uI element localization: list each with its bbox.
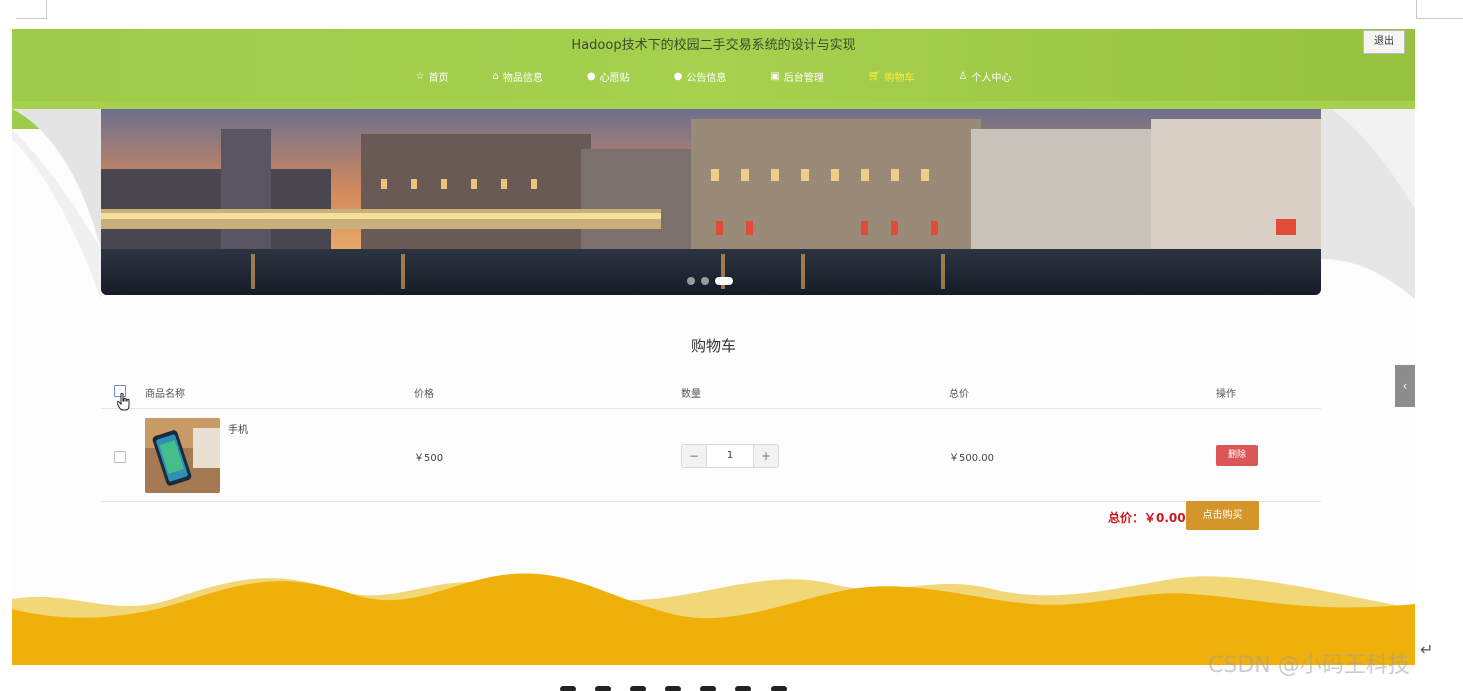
- row-checkbox[interactable]: [114, 451, 126, 463]
- page-title: 购物车: [690, 337, 736, 355]
- table-row: 手机 ￥500 − 1 + ￥500.00 删除: [101, 409, 1321, 502]
- caption-glyph: [735, 686, 752, 691]
- nav-label: 个人中心: [971, 73, 1012, 84]
- city-river-photo: [101, 109, 1321, 295]
- carousel-dot[interactable]: [701, 277, 709, 285]
- product-name[interactable]: 手机: [228, 421, 248, 436]
- paragraph-mark-icon: ↵: [1420, 640, 1434, 659]
- caption-glyph: [630, 686, 647, 691]
- summary-label: 总价：: [1108, 511, 1145, 525]
- nav-label: 后台管理: [783, 73, 824, 84]
- user-icon: ♙: [958, 70, 968, 82]
- footer-wave-decoration: [12, 573, 1415, 665]
- chevron-left-icon: ‹: [1402, 379, 1408, 393]
- document-caption-fragment: [560, 676, 900, 691]
- nav-label: 物品信息: [502, 73, 543, 84]
- logout-button[interactable]: 退出: [1363, 30, 1405, 54]
- banner-left-swoosh: [12, 109, 101, 299]
- banner-right-swoosh: [1321, 109, 1415, 299]
- info-icon: ●: [673, 70, 683, 82]
- caption-glyph: [595, 686, 612, 691]
- column-header: 操作: [1216, 389, 1236, 400]
- nav-item-notices[interactable]: ● 公告信息: [652, 69, 749, 84]
- delete-button[interactable]: 删除: [1216, 445, 1258, 466]
- cart-icon: 🛒︎: [867, 70, 881, 82]
- quantity-input[interactable]: 1: [707, 445, 753, 467]
- side-collapse-tab[interactable]: ‹: [1395, 365, 1415, 407]
- nav-label: 公告信息: [686, 73, 727, 84]
- banner-carousel[interactable]: [101, 109, 1321, 295]
- nav-label: 首页: [428, 73, 449, 84]
- quantity-stepper: − 1 +: [681, 444, 779, 468]
- product-price: ￥500: [414, 453, 444, 464]
- nav-item-cart[interactable]: 🛒︎ 购物车: [846, 69, 937, 84]
- column-header: 数量: [681, 389, 701, 400]
- cart-summary: 总价：￥0.00: [1108, 509, 1186, 526]
- star-icon: ☆: [415, 70, 425, 82]
- caption-glyph: [560, 686, 576, 691]
- nav-label: 购物车: [884, 73, 915, 84]
- nav-label: 心愿贴: [599, 73, 630, 84]
- nav-item-goods[interactable]: ⌂ 物品信息: [471, 69, 565, 84]
- document-corner-mark: [16, 0, 47, 19]
- carousel-dot-active[interactable]: [715, 277, 733, 285]
- decrease-quantity-button[interactable]: −: [682, 445, 707, 467]
- buy-button[interactable]: 点击购买: [1186, 501, 1259, 530]
- column-header: 总价: [949, 389, 969, 400]
- document-corner-mark: [1416, 0, 1463, 19]
- caption-glyph: [700, 686, 717, 691]
- carousel-dot[interactable]: [687, 277, 695, 285]
- admin-icon: ▣: [770, 70, 780, 82]
- nav-item-wishes[interactable]: ● 心愿贴: [565, 69, 652, 84]
- row-total: ￥500.00: [949, 453, 994, 464]
- watermark-text: CSDN @小码王科技: [1208, 653, 1410, 678]
- column-header: 商品名称: [145, 389, 185, 400]
- cart-table: 商品名称 价格 数量 总价 操作 手机 ￥500 − 1 + ￥500.00 删…: [101, 374, 1321, 502]
- product-thumbnail[interactable]: [145, 418, 220, 493]
- caption-glyph: [665, 686, 682, 691]
- summary-value: ￥0.00: [1144, 511, 1186, 525]
- increase-quantity-button[interactable]: +: [753, 445, 778, 467]
- table-header: 商品名称 价格 数量 总价 操作: [101, 374, 1321, 411]
- main-nav: ☆ 首页 ⌂ 物品信息 ● 心愿贴 ● 公告信息 ▣ 后台管理 🛒︎ 购物车 ♙…: [12, 69, 1415, 84]
- site-title: Hadoop技术下的校园二手交易系统的设计与实现: [571, 38, 856, 53]
- bag-icon: ⌂: [492, 70, 499, 82]
- heart-icon: ●: [586, 70, 596, 82]
- carousel-indicators: [687, 277, 733, 285]
- nav-item-profile[interactable]: ♙ 个人中心: [936, 69, 1033, 84]
- phone-photo: [145, 418, 220, 493]
- nav-item-admin[interactable]: ▣ 后台管理: [748, 69, 845, 84]
- column-header: 价格: [414, 389, 434, 400]
- nav-item-home[interactable]: ☆ 首页: [394, 69, 471, 84]
- caption-glyph: [770, 686, 787, 691]
- web-page: Hadoop技术下的校园二手交易系统的设计与实现 退出 ☆ 首页 ⌂ 物品信息 …: [12, 29, 1415, 665]
